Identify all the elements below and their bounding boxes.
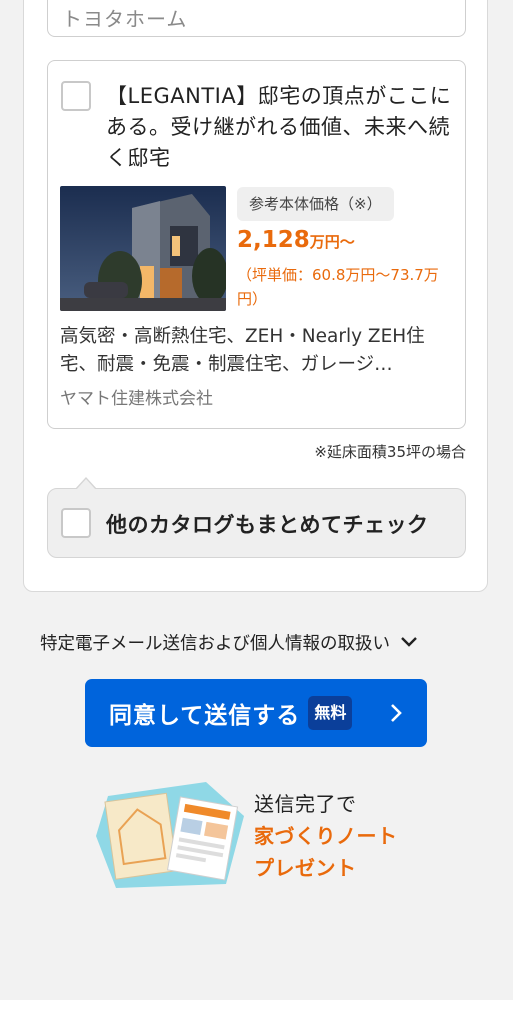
submit-label: 同意して送信する (109, 703, 301, 729)
house-note-booklet-image (96, 776, 246, 891)
catalog-item-checkbox[interactable] (61, 81, 91, 111)
price-unit: 万円〜 (309, 233, 355, 251)
catalog-features: 高気密・高断熱住宅、ZEH・Nearly ZEH住宅、耐震・免震・制震住宅、ガレ… (60, 326, 425, 375)
promo-text: 送信完了で 家づくりノート プレゼント (254, 788, 398, 884)
check-all-box[interactable]: 他のカタログもまとめてチェック (47, 488, 466, 558)
free-badge: 無料 (308, 696, 353, 730)
chevron-down-icon (400, 633, 418, 653)
catalog-item[interactable]: 【LEGANTIA】邸宅の頂点がここにある。受け継がれる価値、未来へ続く邸宅 参… (47, 60, 466, 429)
privacy-label: 特定電子メール送信および個人情報の取扱い (40, 634, 390, 654)
promo-line-2: 家づくりノート (254, 824, 398, 848)
house-photo (60, 186, 226, 311)
check-all-label: 他のカタログもまとめてチェック (106, 513, 429, 537)
submit-button[interactable]: 同意して送信する 無料 (85, 679, 427, 747)
catalog-item-title: 【LEGANTIA】邸宅の頂点がここにある。受け継がれる価値、未来へ続く邸宅 (106, 84, 452, 170)
reference-price-tag: 参考本体価格（※） (237, 187, 394, 221)
previous-catalog-item[interactable]: トヨタホーム (47, 0, 466, 37)
check-all-checkbox[interactable] (61, 508, 91, 538)
privacy-toggle[interactable]: 特定電子メール送信および個人情報の取扱い (40, 630, 418, 655)
price: 2,128万円〜 (237, 227, 355, 253)
bottom-bar (0, 1000, 513, 1024)
company-name: ヤマト住建株式会社 (60, 389, 213, 409)
floor-area-footnote: ※延床面積35坪の場合 (314, 443, 466, 461)
bubble-tail-inner (76, 479, 96, 490)
tsubo-unit-price: （坪単価：60.8万円〜73.7万円） (237, 266, 439, 308)
chevron-right-icon (389, 699, 403, 731)
promo-line-1: 送信完了で (254, 792, 357, 816)
promo-line-3: プレゼント (254, 856, 357, 880)
price-value: 2,128 (237, 227, 310, 253)
previous-item-company: トヨタホーム (62, 7, 188, 31)
